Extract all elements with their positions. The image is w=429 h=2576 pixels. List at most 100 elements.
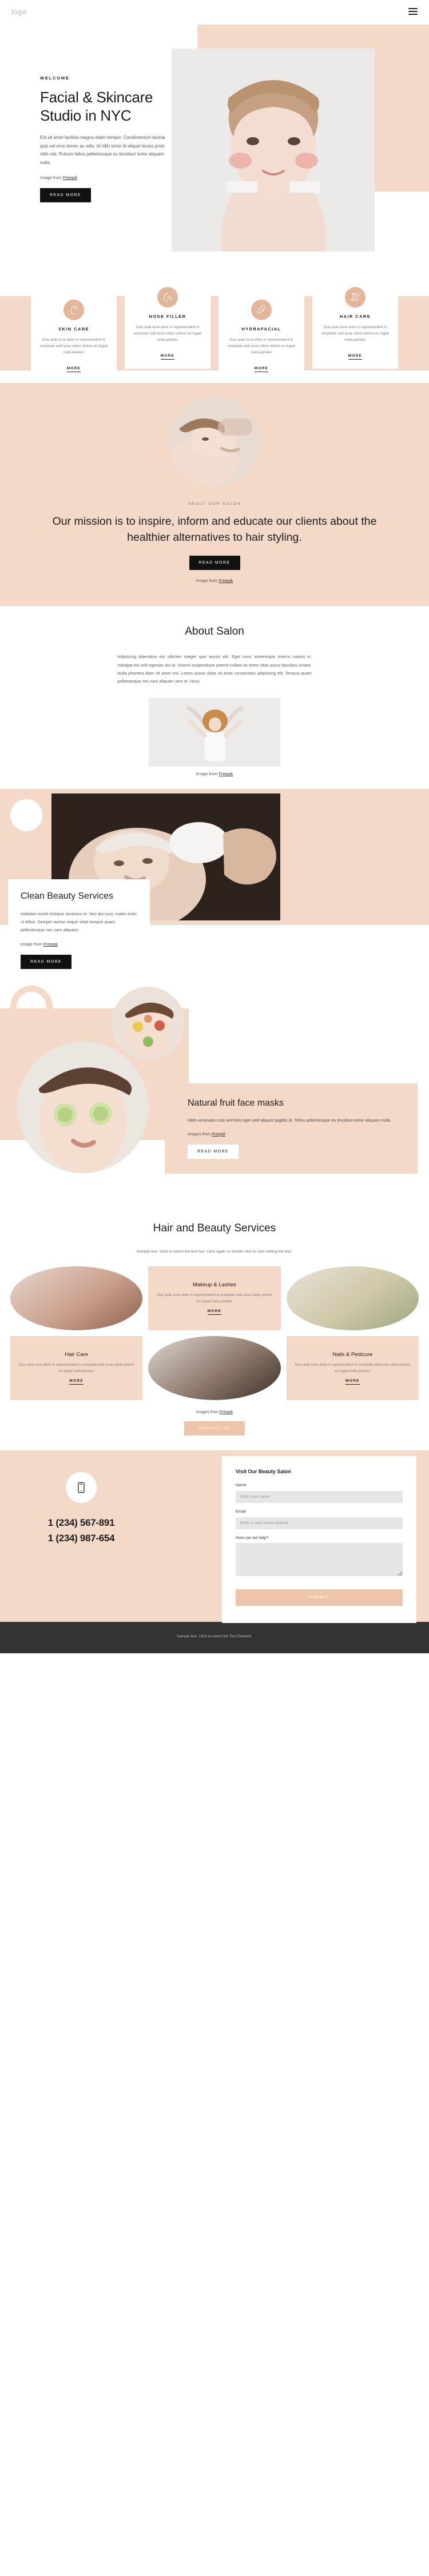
- clean-read-more-button[interactable]: READ MORE: [21, 955, 72, 970]
- service-card-hair-care[interactable]: HAIR CARE Duis aute irure dolor in repre…: [312, 279, 398, 369]
- grid-card-text: Duis aute irure dolor in reprehenderit i…: [18, 1363, 134, 1373]
- phone-number-2[interactable]: 1 (234) 987-654: [19, 1531, 143, 1546]
- contact-us-button[interactable]: CONTACT US: [184, 1421, 245, 1436]
- mission-copy: ABOUT OUR SALON Our mission is to inspir…: [0, 502, 429, 583]
- credit-link[interactable]: Freepik: [219, 578, 233, 583]
- hair-styling-photo: [148, 1336, 281, 1401]
- grid-card-hair-care[interactable]: Hair Care Duis aute irure dolor in repre…: [10, 1336, 143, 1401]
- fruit-title: Natural fruit face masks: [188, 1098, 284, 1108]
- face-profile-icon: [63, 300, 84, 320]
- fruit-read-more-button[interactable]: READ MORE: [188, 1144, 239, 1159]
- grid-image-credit: Images from Freepik: [0, 1410, 429, 1414]
- cucumber-eyes-photo: [17, 1042, 149, 1174]
- service-text: Duis aute irure dolor in reprehenderit i…: [39, 338, 108, 355]
- site-header: logo: [0, 0, 429, 23]
- mission-eyebrow: ABOUT OUR SALON: [188, 502, 241, 506]
- service-text: Duis aute irure dolor in reprehenderit i…: [321, 325, 390, 342]
- service-title: SKIN CARE: [58, 326, 89, 332]
- hero-eyebrow: WELCOME: [40, 75, 70, 81]
- credit-link[interactable]: Freepik: [219, 771, 233, 776]
- hero-read-more-button[interactable]: READ MORE: [40, 188, 91, 203]
- name-label: Name: [236, 1484, 247, 1488]
- grid-card-title: Hair Care: [65, 1351, 88, 1358]
- grid-subtitle: Sample text. Click to select the text bo…: [137, 1250, 292, 1254]
- grid-card-more-link[interactable]: MORE: [207, 1309, 222, 1315]
- clean-decorative-circle: [10, 799, 42, 832]
- email-input[interactable]: [236, 1517, 403, 1530]
- services-grid: Makeup & Lashes Duis aute irure dolor in…: [0, 1266, 429, 1401]
- grid-card-nails-pedicure[interactable]: Nails & Pedicure Duis aute irure dolor i…: [286, 1336, 419, 1401]
- service-more-link[interactable]: MORE: [254, 366, 269, 372]
- credit-link[interactable]: Freepik: [220, 1410, 233, 1414]
- service-card-skin-care[interactable]: SKIN CARE Duis aute irure dolor in repre…: [31, 292, 117, 381]
- facial-treatment-photo: [169, 396, 260, 487]
- service-card-hydrafacial[interactable]: HYDRAFACIAL Duis aute irure dolor in rep…: [219, 292, 304, 381]
- service-text: Duis aute irure dolor in reprehenderit i…: [227, 338, 296, 355]
- about-salon-section: About Salon Adipiscing bibendum est ultr…: [0, 606, 429, 789]
- mission-read-more-button[interactable]: READ MORE: [189, 556, 240, 571]
- footer-text: Sample text. Click to select the Text El…: [177, 1634, 252, 1639]
- contact-phone-block: 1 (234) 567-891 1 (234) 987-654: [0, 1468, 143, 1546]
- service-card-nose-filler[interactable]: NOSE FILLER Duis aute irure dolor in rep…: [125, 279, 210, 369]
- message-label: How can we help?: [236, 1536, 269, 1541]
- grid-card-makeup-lashes[interactable]: Makeup & Lashes Duis aute irure dolor in…: [148, 1266, 281, 1331]
- service-cards: SKIN CARE Duis aute irure dolor in repre…: [0, 274, 429, 383]
- fruit-image-credit: Images from Freepik: [188, 1131, 404, 1137]
- service-text: Duis aute irure dolor in reprehenderit i…: [133, 325, 202, 342]
- about-image-credit: Image from Freepik: [0, 771, 429, 789]
- grid-card-more-link[interactable]: MORE: [69, 1379, 84, 1385]
- clean-beauty-card: Clean Beauty Services Habitant morbi tri…: [8, 879, 150, 982]
- credit-prefix: Images from: [196, 1410, 220, 1415]
- email-label: Email: [236, 1510, 246, 1514]
- contact-section: Visit Our Beauty Salon Name Email How ca…: [0, 1450, 429, 1624]
- service-title: NOSE FILLER: [149, 314, 186, 319]
- clean-beauty-section: Clean Beauty Services Habitant morbi tri…: [0, 789, 429, 982]
- clean-paragraph: Habitant morbi tristique senectus et. Ne…: [21, 911, 137, 932]
- landing-page: logo WELCOME Facial & Skincare Studio in…: [0, 0, 429, 1654]
- site-footer: Sample text. Click to select the Text El…: [0, 1622, 429, 1654]
- mission-title: Our mission is to inspire, inform and ed…: [52, 515, 377, 544]
- hair-icon: [345, 287, 366, 308]
- service-more-link[interactable]: MORE: [160, 354, 175, 360]
- message-textarea[interactable]: [236, 1543, 403, 1577]
- hair-beauty-services-section: Hair and Beauty Services Sample text. Cl…: [0, 1206, 429, 1451]
- fruit-mask-face-photo: [112, 987, 185, 1060]
- fruit-decorative-ring: [10, 986, 53, 1028]
- credit-prefix: Images from: [188, 1131, 212, 1137]
- grid-card-text: Duis aute irure dolor in reprehenderit i…: [295, 1363, 411, 1373]
- fruit-paragraph: Nibh venenatis cras sed felis eget velit…: [188, 1118, 392, 1123]
- contact-form-card: Visit Our Beauty Salon Name Email How ca…: [222, 1456, 416, 1624]
- grid-title: Hair and Beauty Services: [153, 1222, 276, 1235]
- fruit-masks-section: Natural fruit face masks Nibh venenatis …: [0, 978, 429, 1207]
- brush-icon: [251, 300, 272, 320]
- site-logo[interactable]: logo: [11, 7, 27, 16]
- contact-name-field: Name: [236, 1484, 403, 1504]
- clean-image-credit: Image from Freepik: [21, 942, 137, 947]
- woman-dancing-photo: [149, 698, 280, 767]
- credit-prefix: Image from: [40, 175, 63, 181]
- service-more-link[interactable]: MORE: [66, 366, 81, 372]
- about-paragraph: Adipiscing bibendum est ultricies intege…: [117, 654, 312, 684]
- credit-link[interactable]: Freepik: [63, 175, 77, 180]
- hero-copy: WELCOME Facial & Skincare Studio in NYC …: [40, 75, 172, 203]
- hero-portrait-photo: [172, 49, 375, 252]
- mission-section: ABOUT OUR SALON Our mission is to inspir…: [0, 383, 429, 607]
- service-title: HAIR CARE: [339, 314, 371, 319]
- contact-form-heading: Visit Our Beauty Salon: [236, 1469, 291, 1475]
- credit-link[interactable]: Freepik: [212, 1131, 225, 1137]
- contact-message-field: How can we help?: [236, 1536, 403, 1579]
- service-more-link[interactable]: MORE: [348, 354, 363, 360]
- hero-section: WELCOME Facial & Skincare Studio in NYC …: [0, 23, 429, 274]
- submit-button[interactable]: SUBMIT: [236, 1589, 403, 1606]
- grid-card-more-link[interactable]: MORE: [345, 1379, 360, 1385]
- makeup-brushes-photo: [10, 1266, 143, 1331]
- hamburger-menu-icon[interactable]: [408, 8, 418, 15]
- credit-prefix: Image from: [196, 771, 219, 777]
- hero-paragraph: Est sit amet facilisis magna etiam tempo…: [40, 135, 165, 165]
- phone-number-1[interactable]: 1 (234) 567-891: [19, 1516, 143, 1530]
- credit-link[interactable]: Freepik: [43, 942, 58, 947]
- fruit-copy-panel: Natural fruit face masks Nibh venenatis …: [165, 1083, 418, 1174]
- face-nose-icon: [157, 287, 178, 308]
- name-input[interactable]: [236, 1491, 403, 1504]
- services-strip: SKIN CARE Duis aute irure dolor in repre…: [0, 274, 429, 383]
